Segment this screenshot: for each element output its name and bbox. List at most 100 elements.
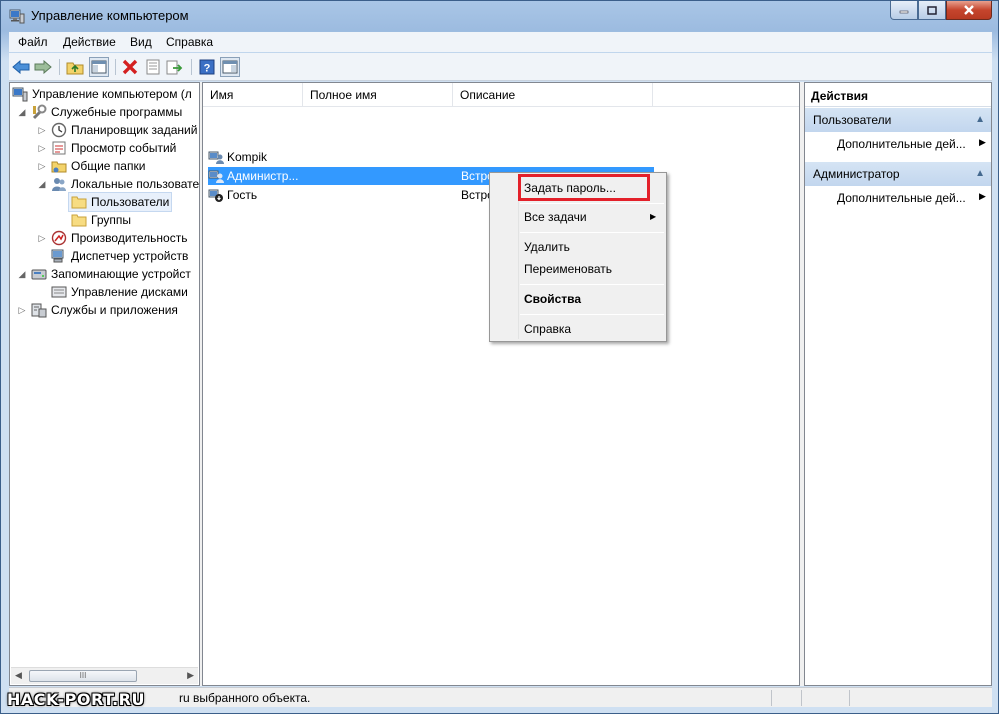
tree-item-disk-management[interactable]: Управление дисками — [51, 283, 188, 301]
tree-item-storage[interactable]: ◢ Запоминающие устройст — [16, 265, 191, 283]
tree-item-label: Управление дисками — [71, 285, 188, 299]
guest-user-icon — [208, 187, 224, 203]
collapse-up-icon[interactable]: ▲ — [975, 108, 985, 132]
menu-item-all-tasks[interactable]: Все задачи — [524, 210, 587, 224]
folder-icon — [71, 194, 87, 210]
user-icon — [208, 149, 224, 165]
context-menu: Задать пароль... Все задачи ▶ Удалить Пе… — [489, 172, 667, 342]
section-label: Пользователи — [813, 113, 892, 127]
up-folder-icon[interactable] — [65, 57, 85, 77]
user-name: Kompik — [227, 150, 268, 164]
folder-icon — [71, 212, 87, 228]
expand-arrow-icon[interactable]: ▷ — [36, 232, 48, 244]
menu-separator — [520, 284, 664, 285]
scroll-left-icon[interactable]: ◀ — [15, 670, 22, 681]
collapse-arrow-icon[interactable]: ◢ — [16, 106, 28, 118]
section-label: Администратор — [813, 167, 900, 181]
watermark: HACK-PORT.RU — [7, 690, 145, 709]
toolbar: ? — [9, 53, 992, 81]
computer-management-icon — [9, 8, 25, 24]
tree-item-system-tools[interactable]: ◢ Служебные программы — [16, 103, 182, 121]
collapse-arrow-icon[interactable]: ◢ — [36, 178, 48, 190]
tree-item-label: Служебные программы — [51, 105, 183, 119]
menu-item-rename[interactable]: Переименовать — [524, 262, 612, 276]
tree-item-computer-management[interactable]: Управление компьютером (л — [12, 85, 192, 103]
action-more-actions-users[interactable]: Дополнительные дей... ▶ — [837, 137, 986, 151]
minimize-icon — [899, 10, 909, 14]
tree-item-task-scheduler[interactable]: ▷ Планировщик заданий — [36, 121, 197, 139]
tree-item-event-viewer[interactable]: ▷ Просмотр событий — [36, 139, 177, 157]
submenu-arrow-icon: ▶ — [979, 137, 986, 147]
disk-icon — [51, 284, 67, 300]
tree-item-label: Диспетчер устройств — [71, 249, 189, 263]
status-text: ru выбранного объекта. — [179, 691, 311, 705]
menu-item-properties[interactable]: Свойства — [524, 292, 581, 306]
tree-item-label: Производительность — [71, 231, 188, 245]
title-bar[interactable]: Управление компьютером — [1, 1, 998, 31]
export-list-icon[interactable] — [165, 57, 185, 77]
back-arrow-icon[interactable] — [11, 57, 31, 77]
status-bar: ru выбранного объекта. — [9, 687, 992, 707]
tree-item-device-manager[interactable]: Диспетчер устройств — [51, 247, 188, 265]
maximize-icon — [927, 5, 937, 15]
show-hide-action-pane-icon[interactable] — [220, 57, 240, 77]
help-icon[interactable]: ? — [197, 57, 217, 77]
column-header-name[interactable]: Имя — [203, 83, 303, 107]
tree-item-shared-folders[interactable]: ▷ Общие папки — [36, 157, 146, 175]
tree-item-label: Группы — [91, 213, 131, 227]
menu-bar: Файл Действие Вид Справка — [9, 32, 992, 52]
menu-action[interactable]: Действие — [63, 35, 116, 49]
column-header-description[interactable]: Описание — [453, 83, 653, 107]
tree-item-label: Общие папки — [71, 159, 146, 173]
scroll-right-icon[interactable]: ▶ — [187, 670, 194, 681]
list-row-kompik[interactable]: Kompik — [208, 148, 328, 166]
submenu-arrow-icon: ▶ — [650, 212, 657, 221]
app-window: Управление компьютером Файл Действие Вид… — [0, 0, 999, 714]
tree-item-label: Просмотр событий — [71, 141, 177, 155]
close-icon — [964, 5, 974, 15]
properties-icon[interactable] — [143, 57, 163, 77]
close-button[interactable] — [946, 1, 992, 20]
action-more-actions-administrator[interactable]: Дополнительные дей... ▶ — [837, 191, 986, 205]
user-icon — [208, 168, 224, 184]
column-header-full-name[interactable]: Полное имя — [303, 83, 453, 107]
delete-icon[interactable] — [120, 57, 140, 77]
tree-item-users[interactable]: Пользователи — [67, 192, 173, 212]
menu-separator — [520, 232, 664, 233]
action-label: Дополнительные дей... — [837, 137, 966, 151]
actions-section-administrator[interactable]: Администратор ▲ — [805, 162, 991, 186]
tree-item-label: Пользователи — [91, 195, 170, 209]
menu-item-set-password[interactable]: Задать пароль... — [524, 181, 616, 195]
show-hide-tree-icon[interactable] — [89, 57, 109, 77]
actions-pane: Действия Пользователи ▲ Дополнительные д… — [804, 82, 992, 686]
tree-item-label: Запоминающие устройст — [51, 267, 191, 281]
tree-item-label: Локальные пользовате — [71, 177, 200, 191]
tree-item-local-users[interactable]: ◢ Локальные пользовате — [36, 175, 199, 193]
tree-item-performance[interactable]: ▷ Производительность — [36, 229, 187, 247]
expand-arrow-icon[interactable]: ▷ — [36, 160, 48, 172]
toolbar-separator — [191, 59, 192, 75]
services-icon — [31, 302, 47, 318]
tree-item-services-apps[interactable]: ▷ Службы и приложения — [16, 301, 178, 319]
menu-help[interactable]: Справка — [166, 35, 213, 49]
event-viewer-icon — [51, 140, 67, 156]
tree-horizontal-scrollbar[interactable]: ◀ III ▶ — [11, 667, 198, 684]
expand-arrow-icon[interactable]: ▷ — [16, 304, 28, 316]
tree-item-groups[interactable]: Группы — [71, 211, 131, 229]
menu-item-help[interactable]: Справка — [524, 322, 571, 336]
minimize-button[interactable] — [890, 1, 918, 20]
actions-section-users[interactable]: Пользователи ▲ — [805, 108, 991, 132]
scrollbar-thumb[interactable]: III — [29, 670, 137, 682]
forward-arrow-icon[interactable] — [33, 57, 53, 77]
maximize-button[interactable] — [918, 1, 946, 20]
tree-item-label: Службы и приложения — [51, 303, 178, 317]
menu-view[interactable]: Вид — [130, 35, 152, 49]
menu-file[interactable]: Файл — [18, 35, 48, 49]
collapse-arrow-icon[interactable]: ◢ — [16, 268, 28, 280]
expand-arrow-icon[interactable]: ▷ — [36, 142, 48, 154]
menu-item-delete[interactable]: Удалить — [524, 240, 570, 254]
collapse-up-icon[interactable]: ▲ — [975, 162, 985, 186]
svg-text:?: ? — [204, 63, 211, 75]
user-name: Гость — [227, 188, 258, 202]
expand-arrow-icon[interactable]: ▷ — [36, 124, 48, 136]
